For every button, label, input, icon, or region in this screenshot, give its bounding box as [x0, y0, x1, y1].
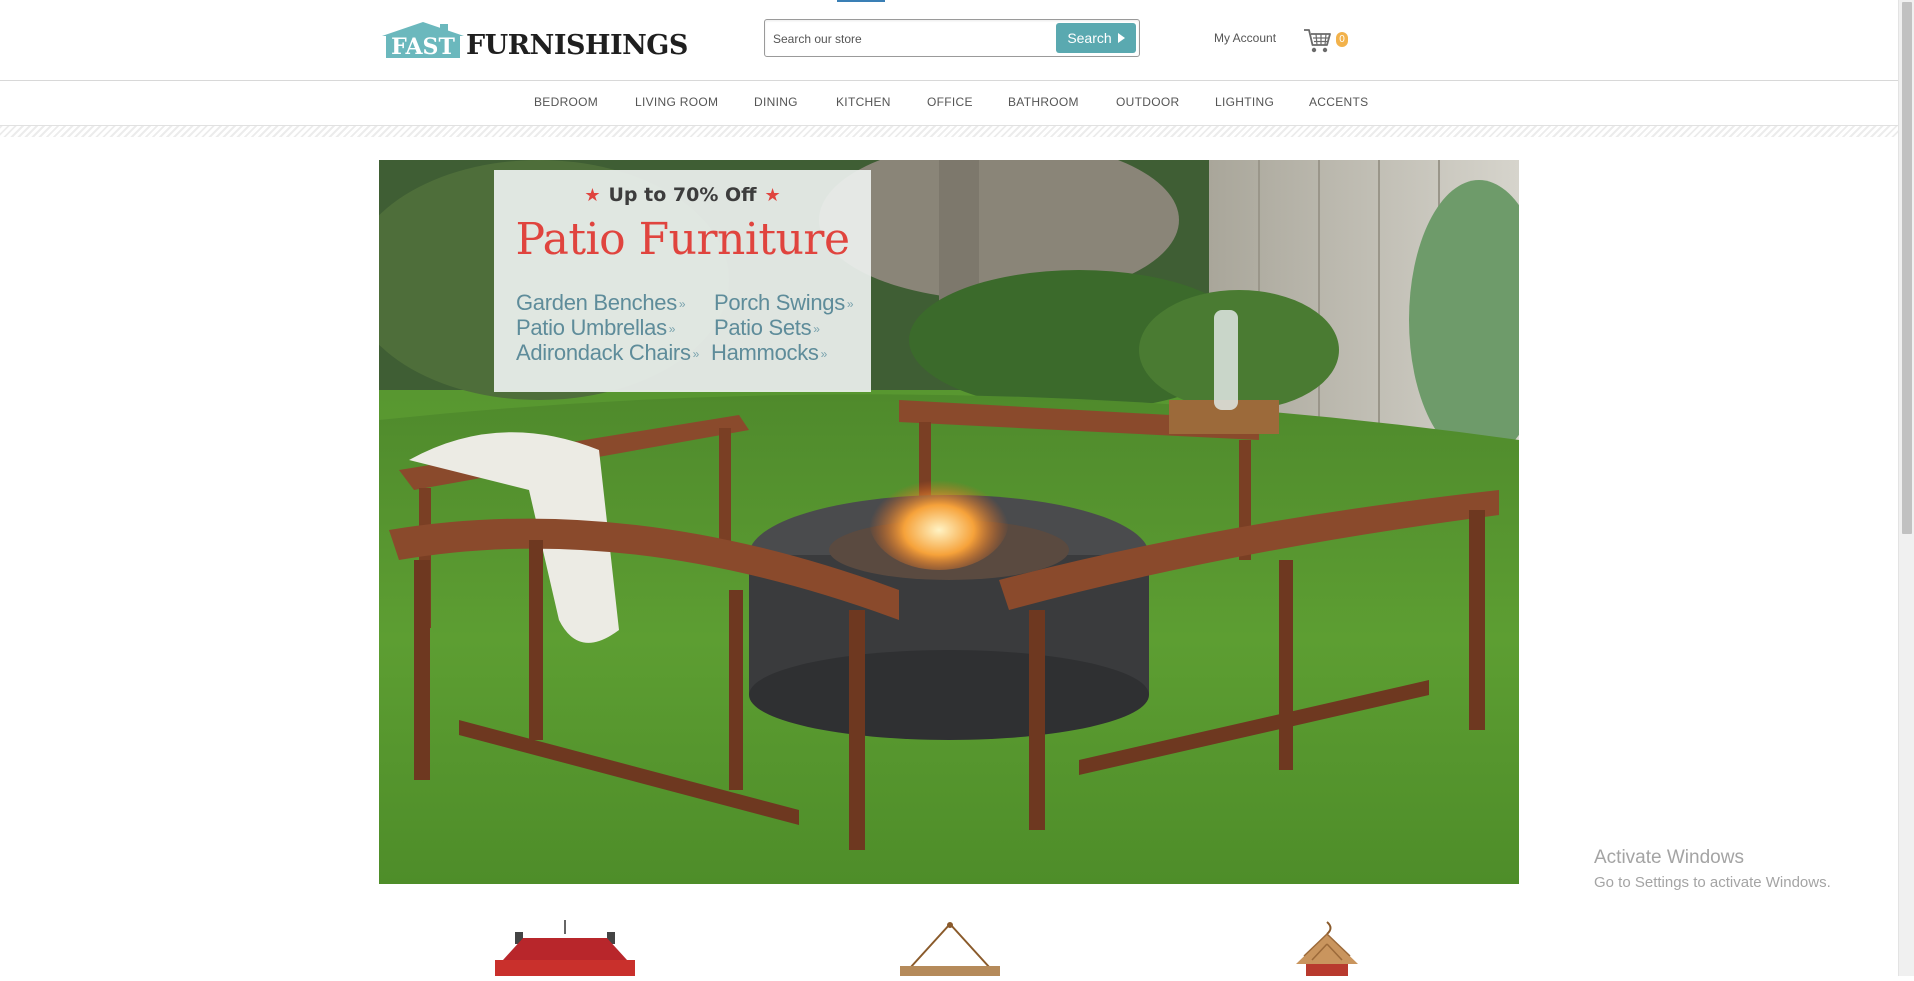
site-logo[interactable]: FAST FURNISHINGS — [382, 20, 688, 61]
promo-link-patio-umbrellas[interactable]: Patio Umbrellas» — [516, 315, 675, 341]
scrollbar-thumb[interactable] — [1902, 2, 1912, 534]
search-button-label: Search — [1067, 30, 1112, 46]
logo-house-icon: FAST — [382, 22, 464, 59]
product-thumb-birdhouse[interactable] — [1292, 920, 1362, 981]
promo-link-garden-benches[interactable]: Garden Benches» — [516, 290, 686, 316]
category-nav: BEDROOM LIVING ROOM DINING KITCHEN OFFIC… — [0, 81, 1898, 125]
search-input[interactable] — [771, 24, 1065, 54]
promo-subtitle: ★ Up to 70% Off ★ — [494, 184, 871, 206]
logo-house-text: FAST — [386, 35, 460, 59]
star-icon: ★ — [584, 185, 601, 206]
nav-item-lighting[interactable]: LIGHTING — [1215, 95, 1274, 109]
my-account-link[interactable]: My Account — [1214, 31, 1276, 45]
play-triangle-icon — [1117, 33, 1125, 43]
nav-item-bathroom[interactable]: BATHROOM — [1008, 95, 1079, 109]
hanging-sign-thumbnail — [900, 922, 1000, 976]
nav-item-bedroom[interactable]: BEDROOM — [534, 95, 598, 109]
page-scrollbar[interactable] — [1898, 0, 1914, 976]
promo-overlay: ★ Up to 70% Off ★ Patio Furniture Garden B… — [494, 170, 871, 392]
nav-item-living-room[interactable]: LIVING ROOM — [635, 95, 718, 109]
activate-windows-subtitle: Go to Settings to activate Windows. — [1594, 874, 1831, 891]
promo-link-porch-swings[interactable]: Porch Swings» — [714, 290, 854, 316]
nav-item-outdoor[interactable]: OUTDOOR — [1116, 95, 1179, 109]
cart-count-badge: 0 — [1336, 32, 1348, 47]
search-button[interactable]: Search — [1056, 23, 1136, 53]
logo-wordmark: FURNISHINGS — [466, 29, 688, 61]
promo-link-adirondack-chairs[interactable]: Adirondack Chairs» — [516, 340, 699, 366]
promo-link-patio-sets[interactable]: Patio Sets» — [714, 315, 820, 341]
nav-item-dining[interactable]: DINING — [754, 95, 798, 109]
promo-title: Patio Furniture — [515, 214, 851, 265]
nav-item-office[interactable]: OFFICE — [927, 95, 973, 109]
decorative-stripe-band — [0, 125, 1898, 137]
birdhouse-thumbnail — [1296, 921, 1358, 976]
promo-link-hammocks[interactable]: Hammocks» — [711, 340, 827, 366]
hero-banner[interactable]: ★ Up to 70% Off ★ Patio Furniture Garden B… — [379, 160, 1519, 884]
activate-windows-title: Activate Windows — [1594, 847, 1744, 868]
nav-item-accents[interactable]: ACCENTS — [1309, 95, 1368, 109]
top-accent-bar — [837, 0, 885, 2]
red-bird-feeder-thumbnail — [495, 920, 635, 976]
product-thumb-hanging-sign[interactable] — [898, 920, 1002, 981]
star-icon: ★ — [764, 185, 781, 206]
promo-subtitle-text: Up to 70% Off — [608, 184, 757, 206]
cart-button[interactable]: 0 — [1303, 27, 1351, 55]
site-header: FAST FURNISHINGS Search My Account 0 — [0, 0, 1898, 81]
nav-item-kitchen[interactable]: KITCHEN — [836, 95, 891, 109]
shopping-cart-icon — [1304, 29, 1331, 53]
product-thumb-bird-feeder[interactable] — [495, 920, 635, 981]
search-bar: Search — [764, 19, 1140, 57]
